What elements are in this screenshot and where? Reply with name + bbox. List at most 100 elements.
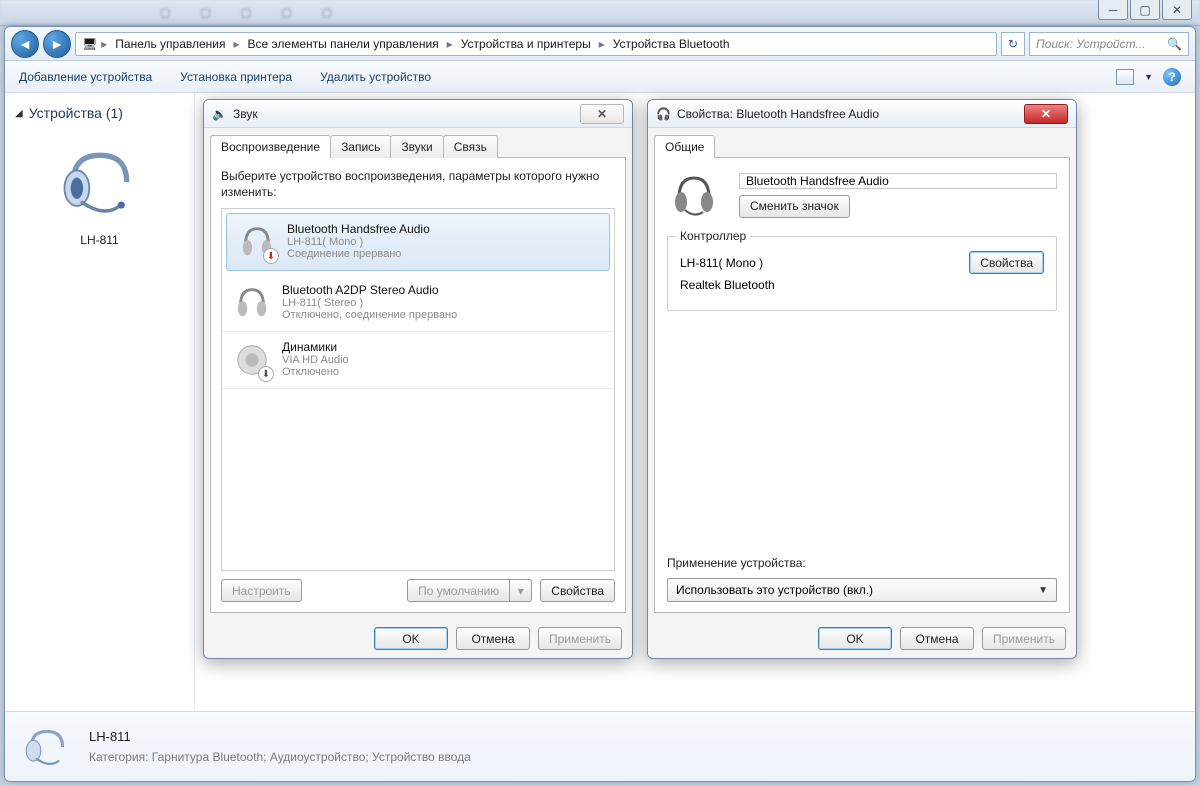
- tab-sounds[interactable]: Звуки: [390, 135, 443, 158]
- collapse-icon: ◢: [15, 108, 23, 119]
- breadcrumb[interactable]: 🖥 ▸ Панель управления ▸ Все элементы пан…: [75, 32, 997, 56]
- cancel-button[interactable]: Отмена: [900, 627, 974, 650]
- add-printer-button[interactable]: Установка принтера: [180, 70, 292, 84]
- set-default-button[interactable]: По умолчанию: [407, 579, 510, 602]
- usage-label: Применение устройства:: [667, 556, 1057, 570]
- section-title: Устройства (1): [29, 105, 123, 121]
- playback-device-item[interactable]: ⬇ Динамики VIA HD Audio Отключено: [222, 332, 614, 389]
- device-tile[interactable]: LH-811: [30, 137, 170, 247]
- device-sub: LH-811( Stereo ): [282, 297, 457, 309]
- properties-dialog-title: Свойства: Bluetooth Handsfree Audio: [677, 107, 879, 121]
- sound-dialog-buttons: OK Отмена Применить: [204, 619, 632, 658]
- device-large-icon: [667, 168, 721, 222]
- usage-select[interactable]: Использовать это устройство (вкл.) ▼: [667, 578, 1057, 602]
- change-icon-button[interactable]: Сменить значок: [739, 195, 850, 218]
- search-input[interactable]: Поиск: Устройст... 🔍: [1029, 32, 1189, 56]
- add-device-button[interactable]: Добавление устройства: [19, 70, 152, 84]
- chevron-down-icon[interactable]: ▼: [1144, 72, 1153, 82]
- playback-tab-body: Выберите устройство воспроизведения, пар…: [210, 157, 626, 613]
- back-button[interactable]: ◄: [11, 30, 39, 58]
- controller-legend: Контроллер: [676, 229, 750, 243]
- content-area: ◢ Устройства (1) LH-811 🔉: [5, 93, 1195, 711]
- remove-device-button[interactable]: Удалить устройство: [320, 70, 431, 84]
- bluetooth-headset-icon: [45, 137, 155, 227]
- sound-dialog-titlebar[interactable]: 🔉 Звук ✕: [204, 100, 632, 128]
- forward-button[interactable]: ►: [43, 30, 71, 58]
- properties-dialog-titlebar[interactable]: 🎧 Свойства: Bluetooth Handsfree Audio ✕: [648, 100, 1076, 128]
- refresh-button[interactable]: ↻: [1001, 32, 1025, 56]
- properties-dialog: 🎧 Свойства: Bluetooth Handsfree Audio ✕ …: [647, 99, 1077, 659]
- crumb[interactable]: Панель управления: [111, 35, 229, 53]
- speaker-icon: 🔉: [212, 107, 227, 121]
- device-sub: VIA HD Audio: [282, 354, 349, 366]
- window-controls: ─ ▢ ✕: [1098, 0, 1192, 20]
- playback-device-list[interactable]: ⬇ Bluetooth Handsfree Audio LH-811( Mono…: [221, 208, 615, 571]
- tab-recording[interactable]: Запись: [330, 135, 391, 158]
- playback-device-item[interactable]: ⬇ Bluetooth Handsfree Audio LH-811( Mono…: [226, 213, 610, 271]
- crumb[interactable]: Все элементы панели управления: [244, 35, 443, 53]
- device-label: LH-811: [30, 233, 170, 247]
- playback-device-item[interactable]: Bluetooth A2DP Stereo Audio LH-811( Ster…: [222, 275, 614, 332]
- help-icon[interactable]: ?: [1163, 68, 1181, 86]
- details-thumbnail-icon: [19, 721, 75, 773]
- headset-icon: [232, 283, 272, 323]
- playback-hint: Выберите устройство воспроизведения, пар…: [221, 168, 615, 200]
- details-pane: LH-811 Категория: Гарнитура Bluetooth; А…: [5, 711, 1195, 781]
- explorer-window: ◄ ► 🖥 ▸ Панель управления ▸ Все элементы…: [4, 26, 1196, 782]
- tab-playback[interactable]: Воспроизведение: [210, 135, 331, 158]
- computer-icon: 🖥: [82, 37, 97, 51]
- maximize-button[interactable]: ▢: [1130, 0, 1160, 20]
- properties-tabs: Общие: [648, 128, 1076, 157]
- ok-button[interactable]: OK: [374, 627, 448, 650]
- device-name: Bluetooth A2DP Stereo Audio: [282, 283, 457, 297]
- properties-button[interactable]: Свойства: [540, 579, 615, 602]
- device-status: Отключено: [282, 366, 349, 378]
- device-name: Bluetooth Handsfree Audio: [287, 222, 430, 236]
- chevron-down-icon: ▼: [1038, 585, 1048, 596]
- controller-line: LH-811( Mono ): [680, 256, 763, 270]
- status-badge-icon: ⬇: [263, 248, 279, 264]
- close-button[interactable]: ✕: [1162, 0, 1192, 20]
- crumb[interactable]: Устройства Bluetooth: [609, 35, 734, 53]
- speaker-icon: ⬇: [232, 340, 272, 380]
- details-category-key: Категория:: [89, 750, 148, 764]
- address-bar: ◄ ► 🖥 ▸ Панель управления ▸ Все элементы…: [5, 27, 1195, 61]
- close-icon[interactable]: ✕: [580, 104, 624, 124]
- cancel-button[interactable]: Отмена: [456, 627, 530, 650]
- headset-icon: ⬇: [237, 222, 277, 262]
- configure-button[interactable]: Настроить: [221, 579, 302, 602]
- controller-line: Realtek Bluetooth: [680, 278, 775, 292]
- close-icon[interactable]: ✕: [1024, 104, 1068, 124]
- tab-communications[interactable]: Связь: [443, 135, 498, 158]
- details-name: LH-811: [89, 729, 471, 744]
- usage-value: Использовать это устройство (вкл.): [676, 583, 873, 597]
- sound-dialog-title: Звук: [233, 107, 258, 121]
- device-status: Соединение прервано: [287, 248, 430, 260]
- background-taskbar: ▢▢▢▢▢: [0, 0, 1200, 26]
- apply-button[interactable]: Применить: [982, 627, 1066, 650]
- properties-dialog-buttons: OK Отмена Применить: [648, 619, 1076, 658]
- search-placeholder: Поиск: Устройст...: [1036, 37, 1146, 51]
- search-icon: 🔍: [1167, 37, 1182, 51]
- controller-properties-button[interactable]: Свойства: [969, 251, 1044, 274]
- general-tab-body: Bluetooth Handsfree Audio Сменить значок…: [654, 157, 1070, 613]
- controller-group: Контроллер LH-811( Mono ) Свойства Realt…: [667, 236, 1057, 311]
- device-list-pane: ◢ Устройства (1) LH-811: [5, 93, 195, 711]
- section-header[interactable]: ◢ Устройства (1): [5, 103, 194, 123]
- set-default-dropdown[interactable]: ▾: [510, 579, 532, 602]
- command-bar: Добавление устройства Установка принтера…: [5, 61, 1195, 93]
- sound-tabs: Воспроизведение Запись Звуки Связь: [204, 128, 632, 157]
- minimize-button[interactable]: ─: [1098, 0, 1128, 20]
- status-badge-icon: ⬇: [258, 366, 274, 382]
- device-name: Динамики: [282, 340, 349, 354]
- apply-button[interactable]: Применить: [538, 627, 622, 650]
- view-options-button[interactable]: [1116, 69, 1134, 85]
- details-category-value: Гарнитура Bluetooth; Аудиоустройство; Ус…: [152, 750, 471, 764]
- device-name-input[interactable]: Bluetooth Handsfree Audio: [739, 173, 1057, 189]
- device-sub: LH-811( Mono ): [287, 236, 430, 248]
- crumb[interactable]: Устройства и принтеры: [457, 35, 595, 53]
- tab-general[interactable]: Общие: [654, 135, 715, 158]
- ok-button[interactable]: OK: [818, 627, 892, 650]
- headset-icon: 🎧: [656, 107, 671, 121]
- sound-dialog: 🔉 Звук ✕ Воспроизведение Запись Звуки Св…: [203, 99, 633, 659]
